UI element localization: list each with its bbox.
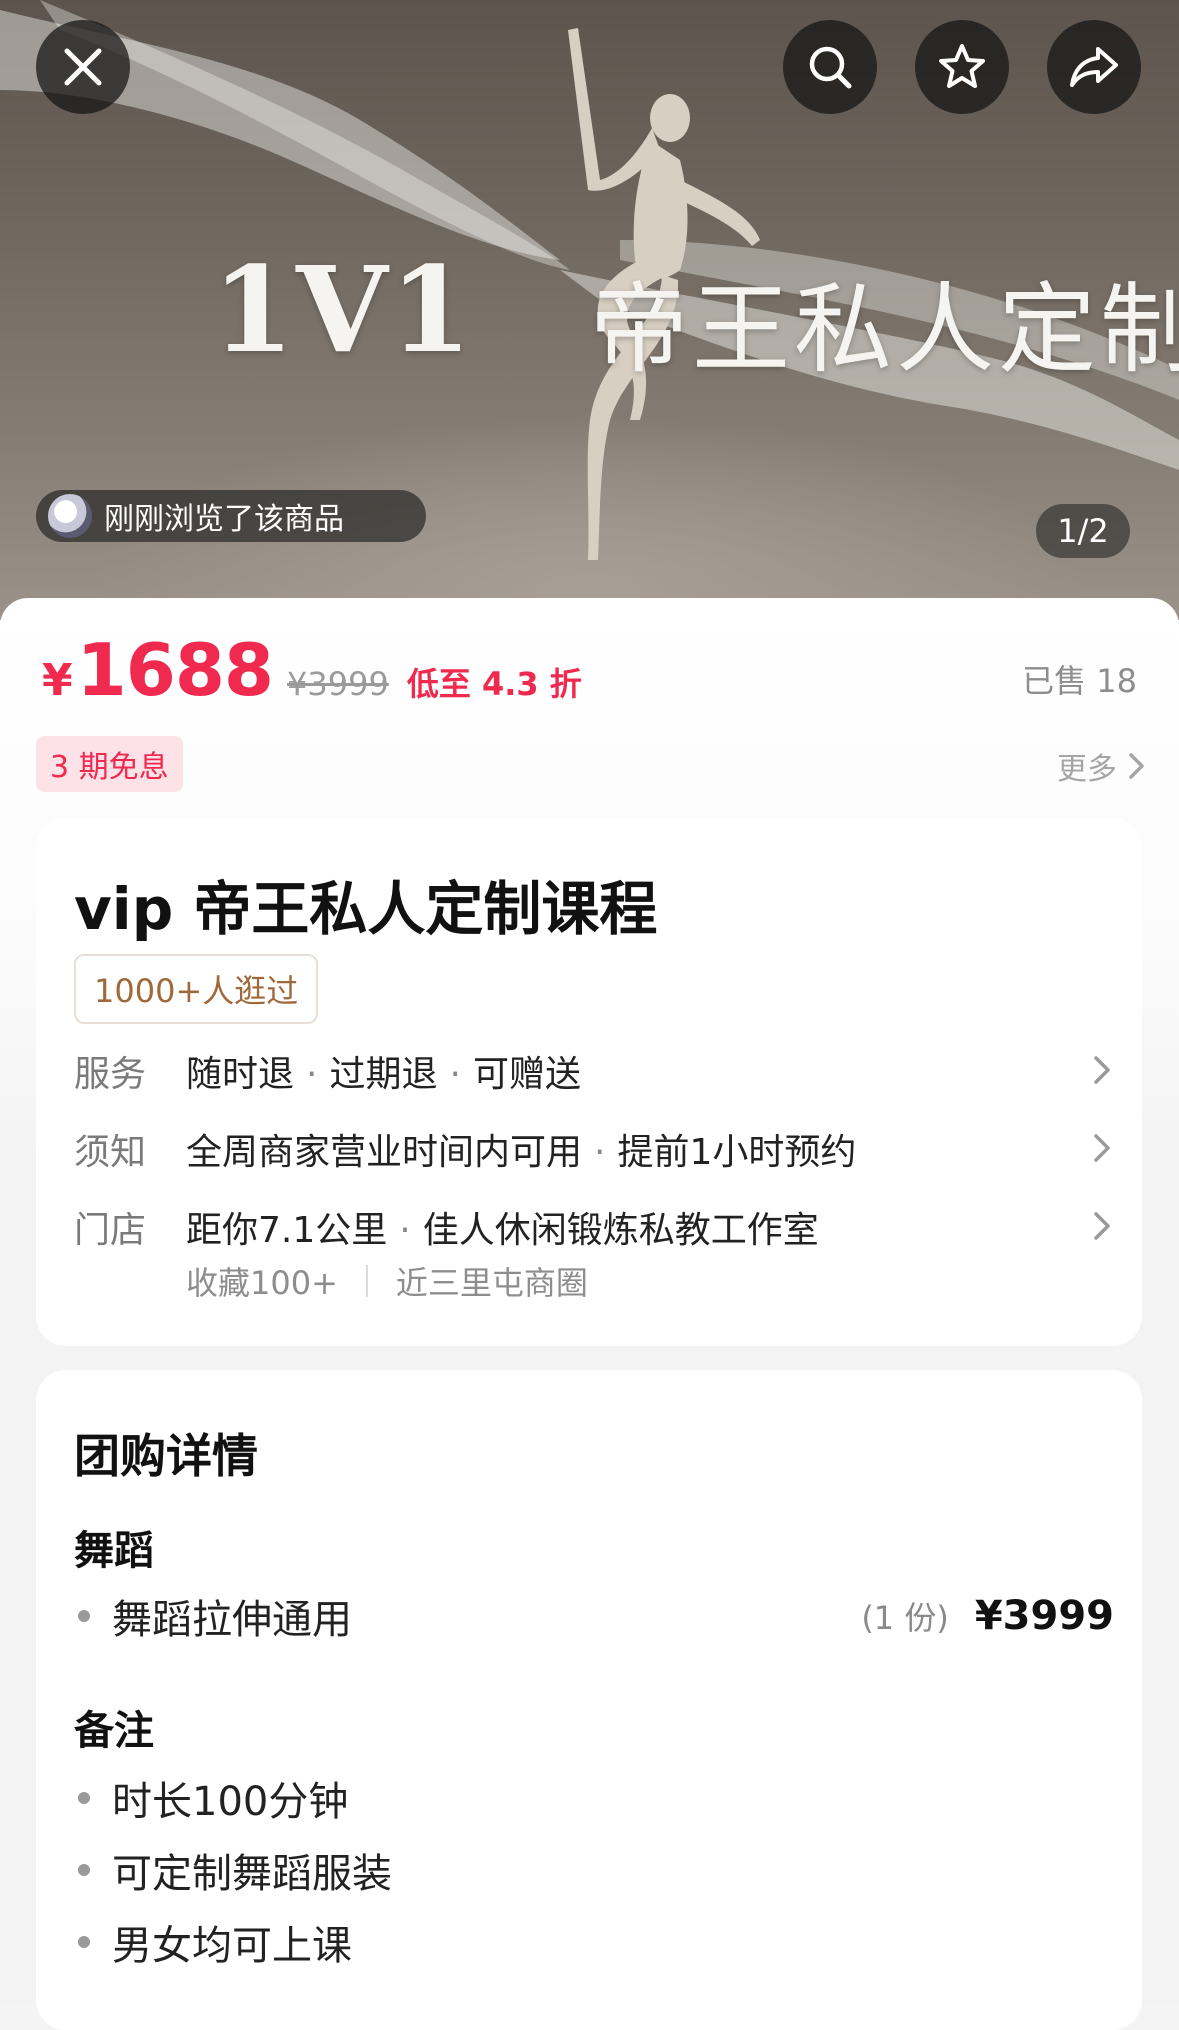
service-item: 过期退 (329, 1054, 438, 1095)
notice-item: 提前1小时预约 (617, 1132, 857, 1173)
package-item-price-group: (1 份) ¥3999 (861, 1593, 1114, 1639)
store-area: 近三里屯商圈 (395, 1264, 588, 1302)
favorite-button[interactable] (915, 20, 1009, 114)
sold-count: 已售 18 (1022, 662, 1137, 700)
original-price: ¥3999 (287, 665, 389, 703)
search-icon (809, 46, 852, 89)
recent-viewer-ticker: 刚刚浏览了该商品 (36, 490, 426, 542)
package-item-name: 舞蹈拉伸通用 (112, 1597, 352, 1643)
store-values: 距你7.1公里 · 佳人休闲锻炼私教工作室 (186, 1210, 819, 1251)
service-row[interactable]: 服务 随时退 · 过期退 · 可赠送 (74, 1046, 1114, 1096)
product-title: vip 帝王私人定制课程 (74, 875, 658, 943)
chevron-right-icon (1094, 1056, 1110, 1084)
store-distance: 距你7.1公里 (186, 1210, 388, 1251)
service-values: 随时退 · 过期退 · 可赠送 (186, 1054, 581, 1095)
bullet (78, 1936, 90, 1948)
currency-symbol: ¥ (42, 655, 73, 706)
store-name: 佳人休闲锻炼私教工作室 (422, 1210, 819, 1251)
dance-section-title: 舞蹈 (74, 1528, 154, 1574)
viewer-text: 刚刚浏览了该商品 (104, 502, 344, 537)
note-item: 时长100分钟 (74, 1770, 1114, 1826)
store-label: 门店 (74, 1210, 147, 1251)
note-text: 男女均可上课 (112, 1923, 352, 1969)
bullet (78, 1610, 90, 1622)
chevron-right-icon (1094, 1212, 1110, 1240)
hero-headline-1v1: 1V1 (212, 240, 474, 379)
store-row[interactable]: 门店 距你7.1公里 · 佳人休闲锻炼私教工作室 (74, 1202, 1114, 1252)
more-label: 更多 (1057, 752, 1117, 787)
share-icon (1070, 47, 1118, 87)
star-icon (939, 44, 985, 88)
installment-badge[interactable]: 3 期免息 (36, 736, 183, 792)
notice-row[interactable]: 须知 全周商家营业时间内可用 · 提前1小时预约 (74, 1124, 1114, 1174)
more-link[interactable]: 更多 (1057, 744, 1149, 788)
note-text: 时长100分钟 (112, 1779, 349, 1825)
image-page-indicator: 1/2 (1036, 504, 1130, 558)
note-item: 可定制舞蹈服装 (74, 1842, 1114, 1898)
notice-label: 须知 (74, 1132, 147, 1173)
visited-tag: 1000+人逛过 (74, 954, 319, 1024)
current-price: 1688 (76, 628, 274, 712)
close-icon (64, 48, 102, 86)
note-text: 可定制舞蹈服装 (112, 1851, 392, 1897)
search-button[interactable] (783, 20, 877, 114)
service-item: 可赠送 (472, 1054, 581, 1095)
package-item-qty: (1 份) (861, 1599, 949, 1637)
product-info-card: vip 帝王私人定制课程 1000+人逛过 服务 随时退 · 过期退 · 可赠送 须知 … (36, 818, 1142, 1346)
note-item: 男女均可上课 (74, 1914, 1114, 1970)
discount-label: 低至 4.3 折 (406, 665, 582, 703)
bullet (78, 1792, 90, 1804)
group-buy-details-card: 团购详情 舞蹈 舞蹈拉伸通用 (1 份) ¥3999 备注 时长100分钟 可定… (36, 1370, 1142, 2030)
store-favorites: 收藏100+ (186, 1264, 338, 1302)
bullet (78, 1864, 90, 1876)
close-button[interactable] (36, 20, 130, 114)
store-meta: 收藏100+ 近三里屯商圈 (186, 1258, 588, 1304)
details-title: 团购详情 (74, 1429, 258, 1483)
package-item-price: ¥3999 (974, 1593, 1114, 1639)
chevron-right-icon (1094, 1134, 1110, 1162)
notice-item: 全周商家营业时间内可用 (186, 1132, 583, 1173)
chevron-right-icon (1129, 753, 1144, 779)
share-button[interactable] (1047, 20, 1141, 114)
hero-headline-cn: 帝王私人定制 (590, 273, 1179, 387)
service-item: 随时退 (186, 1054, 295, 1095)
product-image-carousel[interactable]: 1V1 帝王私人定制 刚刚浏览了该商品 1/2 (0, 0, 1179, 620)
package-item: 舞蹈拉伸通用 (1 份) ¥3999 (74, 1588, 1114, 1644)
divider (365, 1265, 368, 1297)
notice-values: 全周商家营业时间内可用 · 提前1小时预约 (186, 1132, 857, 1173)
avatar (48, 494, 92, 538)
notes-section-title: 备注 (74, 1708, 154, 1754)
service-label: 服务 (74, 1054, 147, 1095)
price-row: ¥ 1688 ¥3999 低至 4.3 折 (42, 628, 582, 712)
